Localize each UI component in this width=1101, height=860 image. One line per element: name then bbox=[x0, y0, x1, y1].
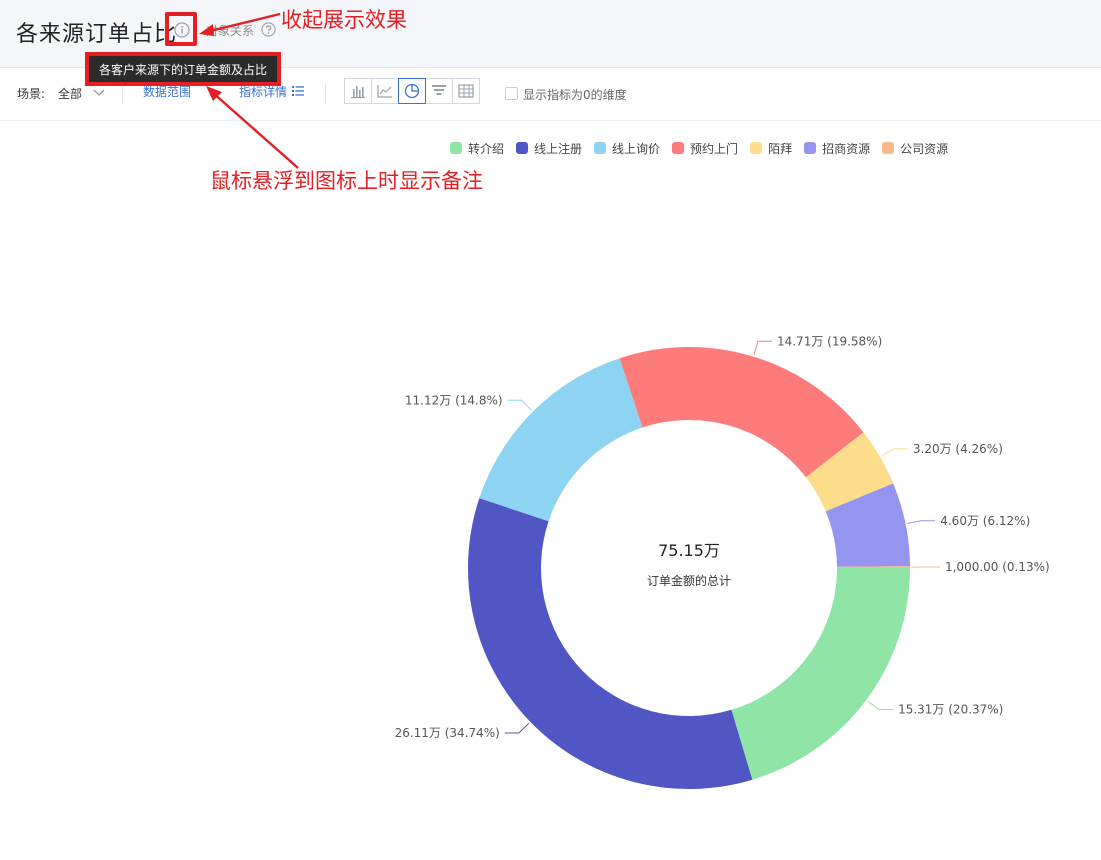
annotation-hover-note: 鼠标悬浮到图标上时显示备注 bbox=[210, 169, 483, 193]
leader-line bbox=[504, 722, 530, 734]
leader-line bbox=[867, 700, 894, 711]
data-label: 26.11万 (34.74%) bbox=[395, 726, 500, 740]
leader-line bbox=[907, 520, 936, 525]
data-label: 1,000.00 (0.13%) bbox=[945, 560, 1050, 574]
pie-slice[interactable] bbox=[731, 568, 910, 780]
pie-chart-icon bbox=[404, 83, 420, 99]
data-label: 11.12万 (14.8%) bbox=[405, 393, 503, 407]
center-total-value: 75.15万 bbox=[658, 541, 720, 560]
info-tooltip: 各客户来源下的订单金额及占比 bbox=[85, 52, 281, 86]
pie-slice[interactable] bbox=[619, 347, 864, 478]
pie-chart-button[interactable] bbox=[398, 78, 426, 104]
pie-slice[interactable] bbox=[479, 358, 643, 522]
leader-line bbox=[753, 340, 772, 355]
data-label: 4.60万 (6.12%) bbox=[940, 514, 1030, 528]
data-label: 15.31万 (20.37%) bbox=[898, 703, 1003, 717]
leader-line bbox=[881, 448, 908, 457]
center-total-label: 订单金额的总计 bbox=[647, 573, 731, 588]
donut-chart: 15.31万 (20.37%) 26.11万 (34.74%) 11.12万 (14… bbox=[395, 334, 1050, 789]
data-label: 3.20万 (4.26%) bbox=[913, 442, 1003, 456]
leader-line bbox=[507, 399, 532, 411]
data-label: 14.71万 (19.58%) bbox=[777, 334, 882, 348]
